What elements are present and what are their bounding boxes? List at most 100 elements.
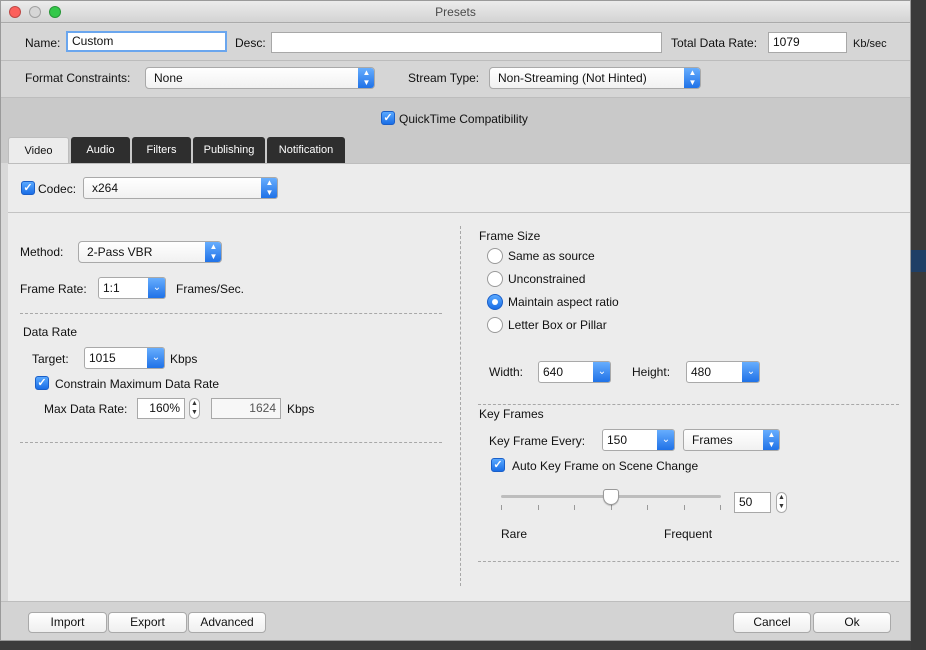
right-divider-bottom: [478, 561, 899, 562]
presets-window: Presets Name: Custom Desc: Total Data Ra…: [0, 0, 911, 641]
chevron-down-icon: ⌄: [593, 362, 610, 382]
popup-arrows-icon: ▲ ▼: [261, 178, 277, 198]
max-data-rate-percent-field[interactable]: 160%: [137, 398, 185, 419]
slider-tick: [647, 505, 648, 510]
format-constraints-popup[interactable]: None ▲ ▼: [145, 67, 375, 89]
tab-publishing[interactable]: Publishing: [193, 137, 265, 163]
radio-maintain-aspect-ratio[interactable]: [487, 294, 503, 310]
data-rate-title: Data Rate: [23, 325, 78, 339]
max-data-rate-stepper[interactable]: ▲ ▼: [189, 398, 200, 419]
key-frame-unit-popup[interactable]: Frames ▲ ▼: [683, 429, 780, 451]
chevron-down-icon: ⌄: [147, 348, 164, 368]
popup-arrows-icon: ▲ ▼: [684, 68, 700, 88]
quicktime-compatibility-label: QuickTime Compatibility: [399, 112, 528, 126]
title-bar[interactable]: Presets: [1, 1, 910, 23]
quicktime-compatibility-checkbox[interactable]: ✓: [381, 111, 395, 125]
slider-tick: [574, 505, 575, 510]
tab-notification[interactable]: Notification: [267, 137, 345, 163]
constrain-max-rate-checkbox[interactable]: ✓: [35, 376, 49, 390]
stream-type-label: Stream Type:: [408, 71, 480, 85]
key-frames-title: Key Frames: [479, 407, 544, 421]
tab-filters[interactable]: Filters: [132, 137, 191, 163]
chevron-down-icon: ⌄: [742, 362, 759, 382]
header-divider: [1, 60, 910, 61]
left-divider-top: [20, 313, 442, 314]
auto-key-frame-checkbox[interactable]: ✓: [491, 458, 505, 472]
slider-tick: [501, 505, 502, 510]
chevron-down-icon: ⌄: [148, 278, 165, 298]
total-data-rate-label: Total Data Rate:: [671, 36, 758, 50]
stream-type-value: Non-Streaming (Not Hinted): [498, 71, 647, 85]
desc-field[interactable]: [271, 32, 662, 53]
export-button[interactable]: Export: [108, 612, 187, 633]
max-data-rate-unit: Kbps: [287, 402, 315, 416]
left-divider-bottom: [20, 442, 442, 443]
popup-arrows-icon: ▲ ▼: [358, 68, 374, 88]
frame-rate-unit: Frames/Sec.: [176, 282, 245, 296]
frequent-label: Frequent: [664, 527, 713, 541]
auto-key-frame-label: Auto Key Frame on Scene Change: [512, 459, 699, 473]
ok-button[interactable]: Ok: [813, 612, 891, 633]
method-label: Method:: [20, 245, 64, 259]
codec-value: x264: [92, 181, 119, 195]
key-frame-slider-value-field[interactable]: 50: [734, 492, 771, 513]
name-field[interactable]: Custom: [66, 31, 227, 52]
minimize-window-button[interactable]: [29, 6, 41, 18]
radio-maintain-aspect-ratio-label: Maintain aspect ratio: [508, 295, 619, 309]
rare-label: Rare: [501, 527, 528, 541]
cancel-button[interactable]: Cancel: [733, 612, 811, 633]
frame-size-title: Frame Size: [479, 229, 541, 243]
radio-unconstrained-label: Unconstrained: [508, 272, 586, 286]
method-popup[interactable]: 2-Pass VBR ▲ ▼: [78, 241, 222, 263]
slider-tick: [684, 505, 685, 510]
advanced-button[interactable]: Advanced: [188, 612, 266, 633]
radio-same-as-source[interactable]: [487, 248, 503, 264]
total-data-rate-field[interactable]: 1079: [768, 32, 847, 53]
codec-label: Codec:: [38, 182, 77, 196]
right-divider-top: [478, 404, 899, 405]
target-unit: Kbps: [170, 352, 198, 366]
desc-label: Desc:: [235, 36, 266, 50]
zoom-window-button[interactable]: [49, 6, 61, 18]
width-value: 640: [543, 365, 564, 379]
import-button[interactable]: Import: [28, 612, 107, 633]
target-value: 1015: [89, 351, 116, 365]
key-frame-slider[interactable]: [501, 489, 721, 513]
tab-video[interactable]: Video: [8, 137, 69, 163]
frame-rate-combo[interactable]: 1:1 ⌄: [98, 277, 166, 299]
target-label: Target:: [32, 352, 69, 366]
key-frame-slider-stepper[interactable]: ▲ ▼: [776, 492, 787, 513]
key-frame-every-combo[interactable]: 150 ⌄: [602, 429, 675, 451]
height-value: 480: [691, 365, 712, 379]
codec-divider: [8, 212, 910, 213]
height-label: Height:: [632, 365, 671, 379]
tab-audio[interactable]: Audio: [71, 137, 130, 163]
codec-popup[interactable]: x264 ▲ ▼: [83, 177, 278, 199]
format-constraints-label: Format Constraints:: [25, 71, 131, 85]
background-window-strip: [911, 250, 926, 272]
key-frame-unit-value: Frames: [692, 433, 733, 447]
constrain-max-rate-label: Constrain Maximum Data Rate: [55, 377, 220, 391]
total-data-rate-unit: Kb/sec: [853, 38, 887, 50]
chevron-down-icon: ⌄: [657, 430, 674, 450]
height-combo[interactable]: 480 ⌄: [686, 361, 760, 383]
key-frame-every-value: 150: [607, 433, 628, 447]
max-data-rate-label: Max Data Rate:: [44, 402, 128, 416]
codec-checkbox[interactable]: ✓: [21, 181, 35, 195]
name-label: Name:: [25, 36, 61, 50]
background-window-edge: [911, 0, 926, 650]
stream-type-popup[interactable]: Non-Streaming (Not Hinted) ▲ ▼: [489, 67, 701, 89]
slider-knob[interactable]: [603, 489, 619, 505]
popup-arrows-icon: ▲ ▼: [763, 430, 779, 450]
method-value: 2-Pass VBR: [87, 245, 153, 259]
window-title: Presets: [435, 5, 476, 19]
radio-letter-box-label: Letter Box or Pillar: [508, 318, 607, 332]
slider-tick: [538, 505, 539, 510]
radio-letter-box[interactable]: [487, 317, 503, 333]
target-combo[interactable]: 1015 ⌄: [84, 347, 165, 369]
popup-arrows-icon: ▲ ▼: [205, 242, 221, 262]
width-combo[interactable]: 640 ⌄: [538, 361, 611, 383]
close-window-button[interactable]: [9, 6, 21, 18]
radio-unconstrained[interactable]: [487, 271, 503, 287]
slider-tick: [720, 505, 721, 510]
